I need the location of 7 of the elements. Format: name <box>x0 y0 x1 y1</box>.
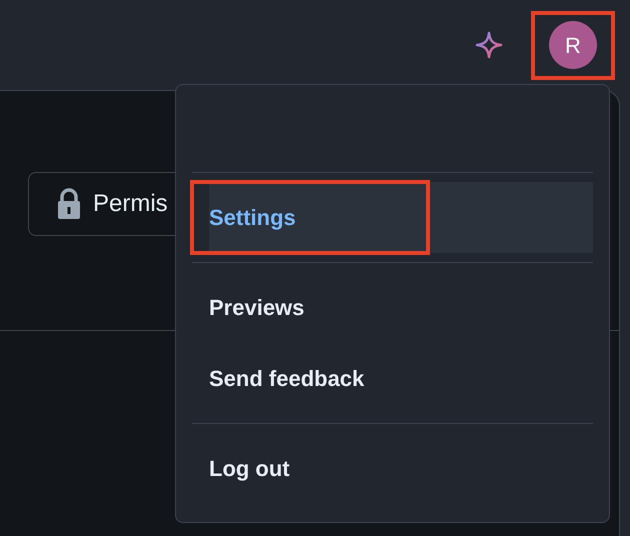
menu-item[interactable]: Previews <box>192 262 593 343</box>
avatar-button[interactable]: R <box>549 21 597 69</box>
menu-item[interactable]: Log out <box>192 423 593 504</box>
lock-icon <box>57 188 81 220</box>
menu-item[interactable]: Settings <box>192 172 593 253</box>
sparkle-icon[interactable] <box>475 31 503 59</box>
menu-item[interactable]: Send feedback <box>192 343 593 414</box>
